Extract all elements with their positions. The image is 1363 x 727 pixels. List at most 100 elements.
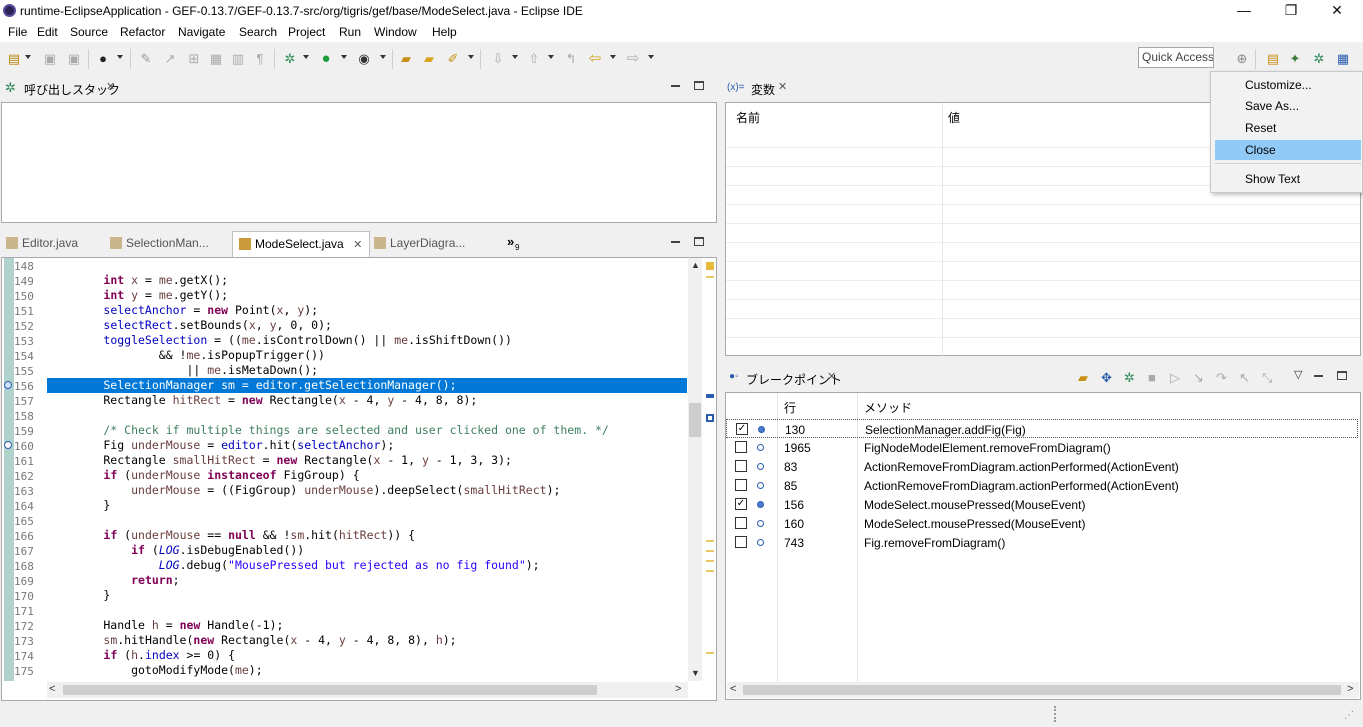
menu-help[interactable]: Help <box>432 25 457 39</box>
code-line[interactable]: selectRect.setBounds(x, y, 0, 0); <box>48 318 609 333</box>
menu-item-reset[interactable]: Reset <box>1215 118 1361 138</box>
skip-breakpoints-icon[interactable]: ↗ <box>162 51 178 67</box>
code-line[interactable] <box>48 513 609 528</box>
debug-breakpoint-icon[interactable]: ✲ <box>1124 370 1135 386</box>
code-line[interactable]: /* Check if multiple things are selected… <box>48 423 608 438</box>
breakpoints-horizontal-scrollbar[interactable]: < > <box>727 682 1359 698</box>
toggle-breakpoint-icon[interactable]: ✎ <box>138 51 154 67</box>
code-line[interactable]: int y = me.getY(); <box>48 288 609 303</box>
editor-vertical-scrollbar[interactable]: ▲ ▼ <box>688 258 702 681</box>
tab-overflow-chevron[interactable]: » <box>507 234 514 249</box>
code-line[interactable]: if (underMouse == null && !sm.hit(hitRec… <box>48 528 609 543</box>
coverage-dropdown-icon[interactable] <box>380 55 386 59</box>
code-line[interactable]: } <box>48 588 609 603</box>
breakpoint-row[interactable]: ✓ 130 SelectionManager.addFig(Fig) <box>726 419 1358 438</box>
maximize-view-icon[interactable] <box>694 237 704 246</box>
close-tab-icon[interactable]: ✕ <box>353 239 362 251</box>
code-line[interactable]: underMouse = ((FigGroup) underMouse).dee… <box>48 483 609 498</box>
tab-editor-java[interactable]: Editor.java <box>6 231 106 255</box>
menu-item-show-text[interactable]: Show Text <box>1215 169 1361 189</box>
new-dropdown-icon[interactable] <box>25 55 31 59</box>
profile-icon[interactable]: ● <box>95 51 111 67</box>
scroll-right-arrow-icon[interactable]: > <box>675 683 681 695</box>
layout-perspective-icon[interactable]: ▦ <box>1335 51 1351 67</box>
menu-item-save-as[interactable]: Save As... <box>1215 96 1361 116</box>
add-breakpoint-icon[interactable]: ✥ <box>1101 370 1112 386</box>
menu-item-customize[interactable]: Customize... <box>1215 75 1361 95</box>
code-editor[interactable]: 148 149 150 151 152 153 154 155 156 157 158 159 160 1… <box>1 257 717 701</box>
breakpoints-table[interactable]: 行 メソッド ✓ 130 SelectionManager.addFig(Fig) 1… <box>725 392 1361 700</box>
open-breakpoint-icon[interactable]: ▰ <box>1078 370 1088 386</box>
coverage-icon[interactable]: ◉ <box>356 51 372 67</box>
quick-access-field[interactable]: Quick Access <box>1138 47 1214 68</box>
breakpoint-row[interactable]: ✓ 156 ModeSelect.mousePressed(MouseEvent) <box>726 495 1358 514</box>
maximize-view-icon[interactable] <box>694 81 704 90</box>
code-line[interactable]: selectAnchor = new Point(x, y); <box>48 303 609 318</box>
column-header-method[interactable]: メソッド <box>864 399 912 416</box>
debug-dropdown-icon[interactable] <box>303 55 309 59</box>
breakpoint-enabled-checkbox[interactable] <box>735 517 747 529</box>
minimize-view-icon[interactable] <box>671 85 680 87</box>
open-folder-icon[interactable]: ▰ <box>421 51 437 67</box>
remove-all-icon[interactable]: ⤡ <box>1262 370 1272 386</box>
resize-grip-icon[interactable]: ⋰ <box>1344 710 1354 721</box>
menu-project[interactable]: Project <box>288 25 325 39</box>
step-return-icon[interactable]: ↖ <box>1239 370 1250 386</box>
breakpoints-tab[interactable]: ●◦ ブレークポイント ✕ ▰ ✥ ✲ ■ ▷ ↘ ↷ ↖ ⤡ ▽ <box>724 365 1363 391</box>
close-window-button[interactable]: ✕ <box>1314 0 1360 22</box>
debug-icon[interactable]: ✲ <box>282 51 298 67</box>
code-line[interactable]: return; <box>48 573 609 588</box>
code-line[interactable]: Rectangle hitRect = new Rectangle(x - 4,… <box>48 393 609 408</box>
code-line[interactable]: if (h.index >= 0) { <box>48 648 609 663</box>
step-icon[interactable]: ⊞ <box>186 51 202 67</box>
resume-icon[interactable]: ▷ <box>1170 370 1180 386</box>
java-perspective-icon[interactable]: ▤ <box>1265 51 1281 67</box>
save-all-icon[interactable]: ▣ <box>66 51 82 67</box>
variables-tab[interactable]: (x)= 変数 ✕ <box>724 75 1204 101</box>
code-line[interactable]: Rectangle smallHitRect = new Rectangle(x… <box>48 453 609 468</box>
run-icon[interactable]: ● <box>318 51 334 67</box>
breakpoint-row[interactable]: 85 ActionRemoveFromDiagram.actionPerforme… <box>726 476 1358 495</box>
menu-edit[interactable]: Edit <box>37 25 58 39</box>
stop-icon[interactable]: ■ <box>1148 370 1156 385</box>
breakpoint-row[interactable]: 743 Fig.removeFromDiagram() <box>726 533 1358 552</box>
drop-frame-icon[interactable]: ▦ <box>208 51 224 67</box>
code-line[interactable]: SelectionManager sm = editor.getSelectio… <box>48 378 609 393</box>
scroll-thumb[interactable] <box>689 403 701 437</box>
scroll-down-arrow-icon[interactable]: ▼ <box>691 668 700 678</box>
view-menu-chevron-icon[interactable]: ▽ <box>1294 368 1302 381</box>
code-line[interactable]: } <box>48 498 609 513</box>
code-line[interactable]: toggleSelection = ((me.isControlDown() |… <box>48 333 609 348</box>
breakpoint-enabled-checkbox[interactable]: ✓ <box>735 498 747 510</box>
close-tab-icon[interactable]: ✕ <box>778 80 787 93</box>
close-tab-icon[interactable]: ✕ <box>827 370 836 383</box>
scroll-left-arrow-icon[interactable]: < <box>730 683 736 695</box>
scroll-right-arrow-icon[interactable]: > <box>1347 683 1353 695</box>
pilcrow-icon[interactable]: ¶ <box>252 51 268 67</box>
back-dropdown-icon[interactable] <box>610 55 616 59</box>
open-type-icon[interactable]: ▰ <box>398 51 414 67</box>
code-line[interactable] <box>48 258 609 273</box>
breakpoint-enabled-checkbox[interactable] <box>735 536 747 548</box>
minimize-view-icon[interactable] <box>1314 375 1323 377</box>
tab-mode-select-java[interactable]: ModeSelect.java ✕ <box>232 231 370 258</box>
last-edit-icon[interactable]: ↰ <box>563 51 579 67</box>
menu-source[interactable]: Source <box>70 25 108 39</box>
scroll-left-arrow-icon[interactable]: < <box>49 683 55 695</box>
breakpoint-row[interactable]: 83 ActionRemoveFromDiagram.actionPerforme… <box>726 457 1358 476</box>
code-line[interactable]: || me.isMetaDown(); <box>48 363 609 378</box>
breakpoint-enabled-checkbox[interactable]: ✓ <box>736 423 748 435</box>
code-line[interactable] <box>48 408 609 423</box>
next-annotation-icon[interactable]: ⇩ <box>490 51 506 67</box>
forward-dropdown-icon[interactable] <box>648 55 654 59</box>
breakpoint-row[interactable]: 160 ModeSelect.mousePressed(MouseEvent) <box>726 514 1358 533</box>
code-line[interactable]: Fig underMouse = editor.hit(selectAnchor… <box>48 438 609 453</box>
code-line[interactable]: gotoModifyMode(me); <box>48 663 609 678</box>
code-text[interactable]: int x = me.getX(); int y = me.getY(); se… <box>48 258 609 678</box>
menu-search[interactable]: Search <box>239 25 277 39</box>
search-tool-icon[interactable]: ✐ <box>445 51 461 67</box>
save-icon[interactable]: ▣ <box>42 51 58 67</box>
horizontal-scroll-thumb[interactable] <box>743 685 1341 695</box>
back-icon[interactable]: ⇦ <box>587 51 603 67</box>
horizontal-scroll-thumb[interactable] <box>63 685 597 695</box>
